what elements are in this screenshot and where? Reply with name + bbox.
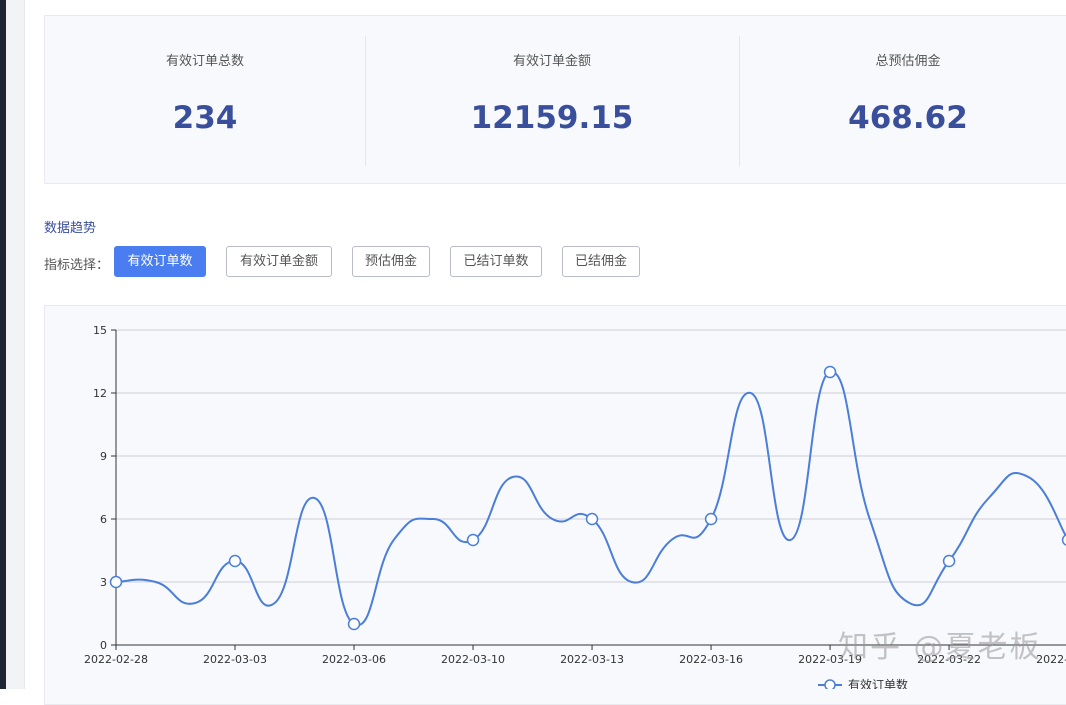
- data-point: [109, 575, 123, 589]
- x-tick-label: 2022-03-06: [322, 653, 386, 666]
- data-point: [585, 512, 599, 526]
- y-tick-label: 15: [93, 324, 107, 337]
- legend-label: 有效订单数: [848, 677, 908, 689]
- trend-chart: 0 3 6 9 12 15 2022-02-28 2022-03-03 2022-03-06 20…: [84, 324, 1066, 689]
- data-point: [942, 554, 956, 568]
- x-tick-label: 2022-02-28: [84, 653, 148, 666]
- data-point: [704, 512, 718, 526]
- y-tick-label: 12: [93, 387, 107, 400]
- legend-marker: [824, 679, 836, 689]
- x-tick-label: 2022-03-13: [560, 653, 624, 666]
- y-tick-label: 9: [100, 450, 107, 463]
- watermark: 知乎 @夏老板: [838, 630, 1042, 665]
- x-tick-label: 2022-03-10: [441, 653, 505, 666]
- x-tick-label: 2022-03-03: [203, 653, 267, 666]
- data-point: [228, 554, 242, 568]
- data-point: [1061, 534, 1066, 546]
- y-tick-label: 3: [100, 576, 107, 589]
- series-line: [115, 370, 1066, 627]
- y-tick-label: 6: [100, 513, 107, 526]
- data-point: [466, 533, 480, 547]
- x-tick-label: 2022-03-16: [679, 653, 743, 666]
- y-tick-label: 0: [100, 639, 107, 652]
- data-point: [347, 617, 361, 631]
- data-point: [823, 365, 837, 379]
